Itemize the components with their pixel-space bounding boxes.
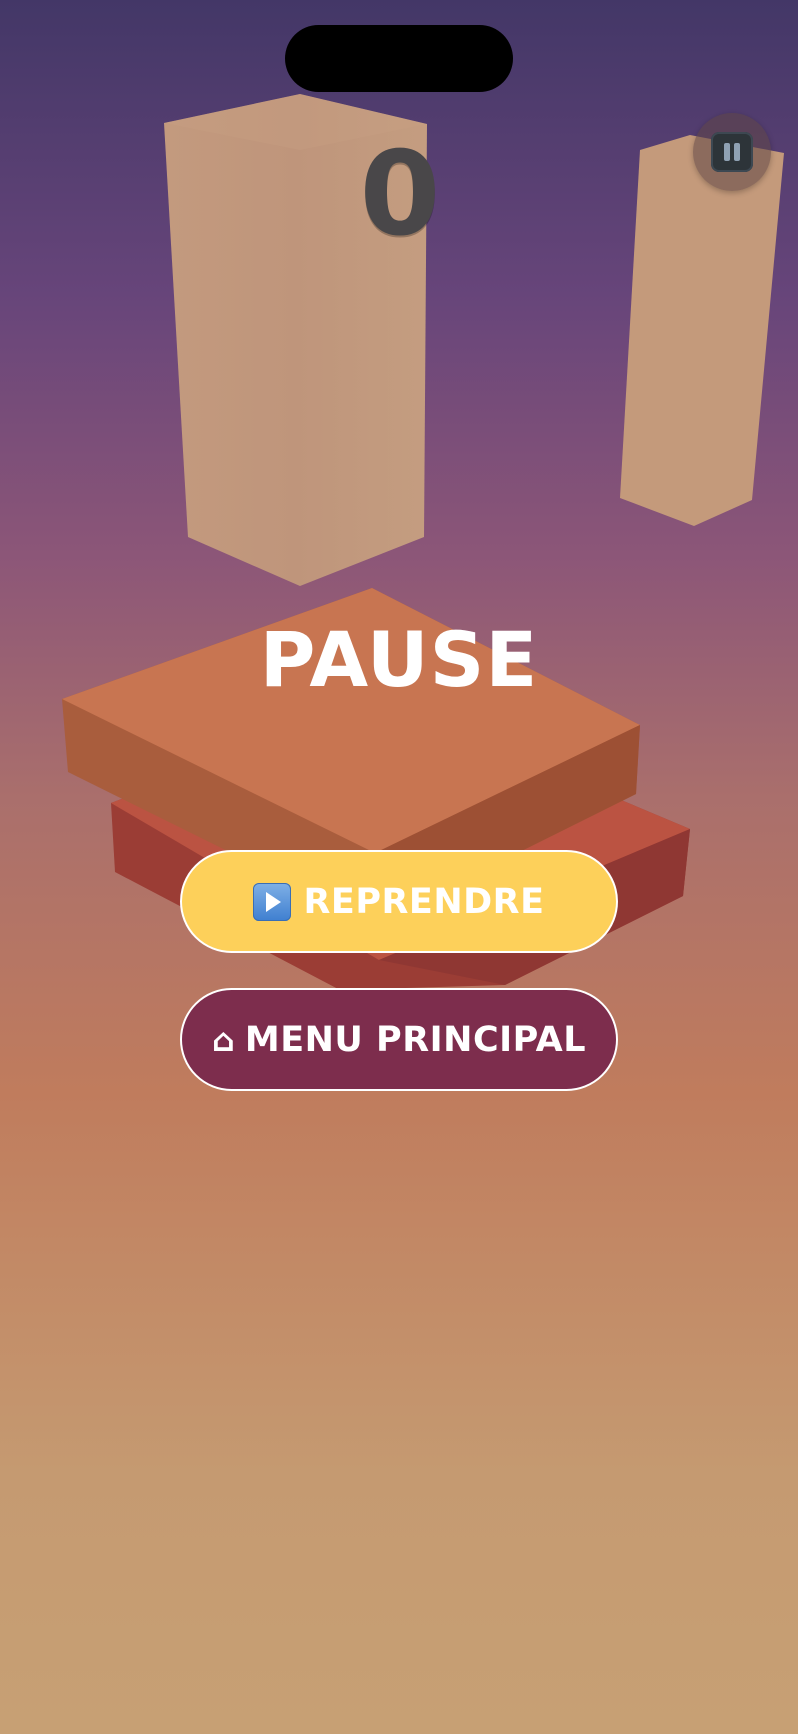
resume-button[interactable]: REPRENDRE [180,850,618,953]
pause-button[interactable] [693,113,771,191]
score-counter: 0 [359,127,441,262]
right-pillar [620,135,784,526]
game-scene: 0 PAUSE REPRENDRE ⌂ MENU PRINCIPAL [0,0,798,1734]
play-button-icon [253,882,292,921]
pause-icon [711,132,753,172]
pause-title: PAUSE [259,615,539,704]
home-icon: ⌂ [212,1020,235,1059]
main-menu-button[interactable]: ⌂ MENU PRINCIPAL [180,988,618,1091]
dynamic-island [285,25,513,92]
resume-label: REPRENDRE [303,881,545,922]
main-menu-label: MENU PRINCIPAL [244,1019,586,1060]
